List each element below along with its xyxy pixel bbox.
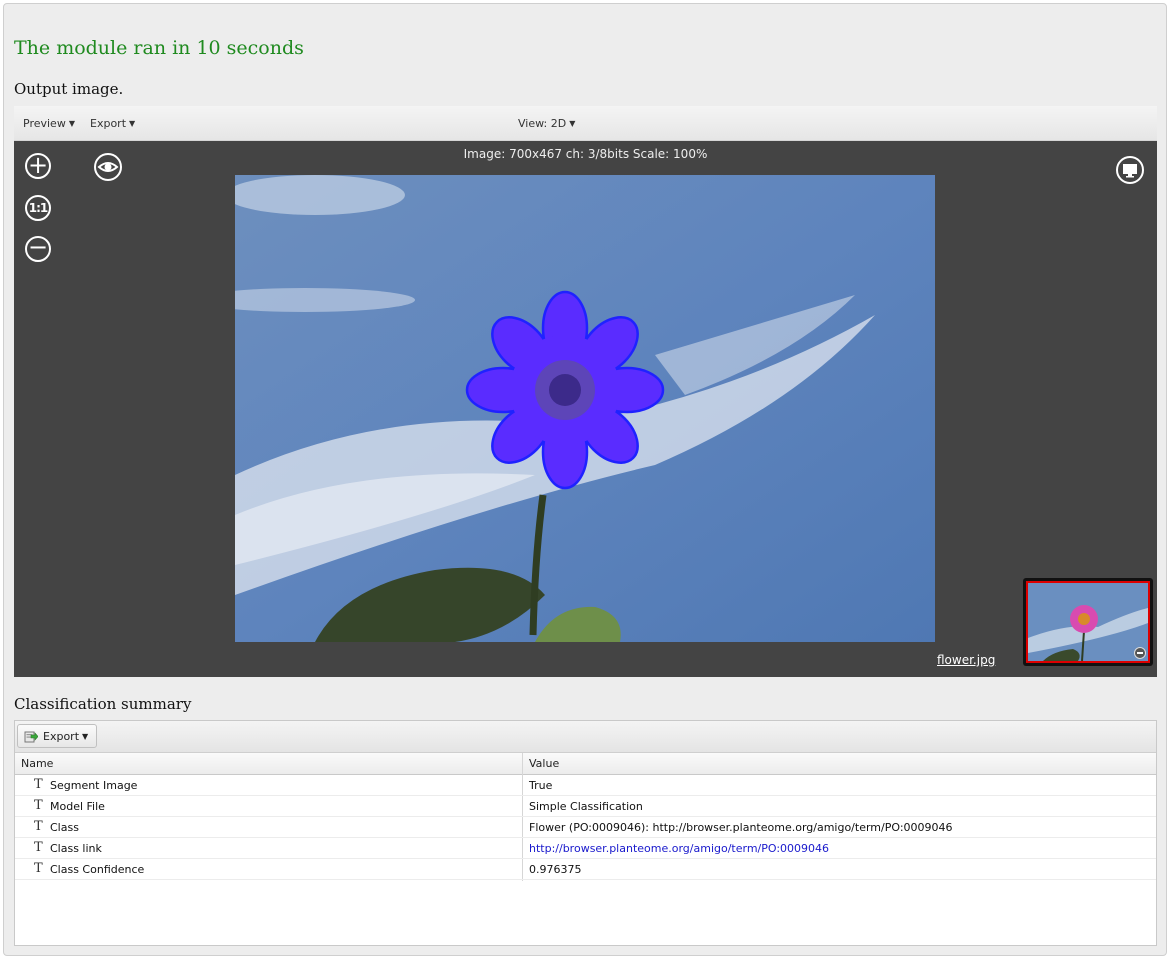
row-value: Flower (PO:0009046): http://browser.plan… [529, 821, 953, 834]
preview-menu[interactable]: Preview ▼ [23, 117, 75, 130]
zoom-out-button[interactable]: − [25, 233, 51, 262]
zoom-reset-button[interactable]: 1:1 [25, 195, 51, 221]
chevron-down-icon: ▼ [68, 119, 75, 128]
export-menu[interactable]: Export ▼ [90, 117, 135, 130]
preview-menu-label: Preview [23, 117, 66, 130]
export-table-label: Export ▼ [43, 730, 89, 743]
export-icon [24, 731, 38, 743]
plus-icon: + [27, 151, 49, 179]
view-mode-label: View: [518, 117, 548, 130]
text-type-icon: T [34, 777, 43, 792]
thumbnail-close-button[interactable] [1134, 647, 1146, 659]
row-value: Simple Classification [529, 800, 643, 813]
table-header: Name Value [15, 753, 1156, 775]
table-toolbar: Export ▼ [15, 721, 1156, 753]
viewer-toolbar: Preview ▼ Export ▼ View: 2D ▼ [14, 106, 1157, 141]
classification-summary-title: Classification summary [14, 695, 192, 713]
table-row[interactable]: T Segment Image True [15, 775, 1156, 796]
chevron-down-icon: ▼ [129, 119, 136, 128]
view-mode-menu[interactable]: View: 2D ▼ [518, 117, 575, 130]
row-name: Class Confidence [50, 863, 145, 876]
table-row[interactable]: T Class link http://browser.planteome.or… [15, 838, 1156, 859]
row-value: True [529, 779, 553, 792]
image-info-text: Image: 700x467 ch: 3/8bits Scale: 100% [463, 147, 708, 161]
export-menu-label: Export [90, 117, 127, 130]
toggle-overlay-button[interactable] [94, 153, 122, 181]
chevron-down-icon: ▼ [82, 732, 89, 741]
text-type-icon: T [34, 798, 43, 813]
navigator-thumbnail[interactable] [1023, 578, 1153, 666]
output-image [235, 175, 935, 642]
minus-icon: − [27, 233, 49, 261]
zoom-in-button[interactable]: + [25, 153, 51, 179]
table-row[interactable]: T Model File Simple Classification [15, 796, 1156, 817]
monitor-icon [1123, 164, 1137, 178]
class-link[interactable]: http://browser.planteome.org/amigo/term/… [529, 842, 829, 855]
text-type-icon: T [34, 819, 43, 834]
table-row[interactable]: T Class Confidence 0.976375 [15, 859, 1156, 880]
row-name: Class link [50, 842, 102, 855]
row-name: Class [50, 821, 79, 834]
row-name: Model File [50, 800, 105, 813]
output-image-title: Output image. [14, 80, 124, 98]
text-type-icon: T [34, 840, 43, 855]
export-table-button[interactable]: Export ▼ [17, 724, 97, 748]
fullscreen-button[interactable] [1116, 156, 1144, 184]
classification-table: Export ▼ Name Value T Segment Image True … [14, 720, 1157, 946]
row-name: Segment Image [50, 779, 138, 792]
eye-icon [97, 162, 119, 172]
image-filename-link[interactable]: flower.jpg [937, 653, 995, 667]
thumbnail-image [1026, 581, 1150, 663]
column-header-name[interactable]: Name [21, 757, 53, 770]
column-header-value[interactable]: Value [529, 757, 559, 770]
row-value: 0.976375 [529, 863, 582, 876]
chevron-down-icon: ▼ [569, 119, 576, 128]
text-type-icon: T [34, 861, 43, 876]
run-status-message: The module ran in 10 seconds [14, 37, 304, 59]
image-viewer[interactable]: Image: 700x467 ch: 3/8bits Scale: 100% +… [14, 141, 1157, 677]
table-row[interactable]: T Class Flower (PO:0009046): http://brow… [15, 817, 1156, 838]
view-mode-value: 2D [550, 117, 567, 130]
